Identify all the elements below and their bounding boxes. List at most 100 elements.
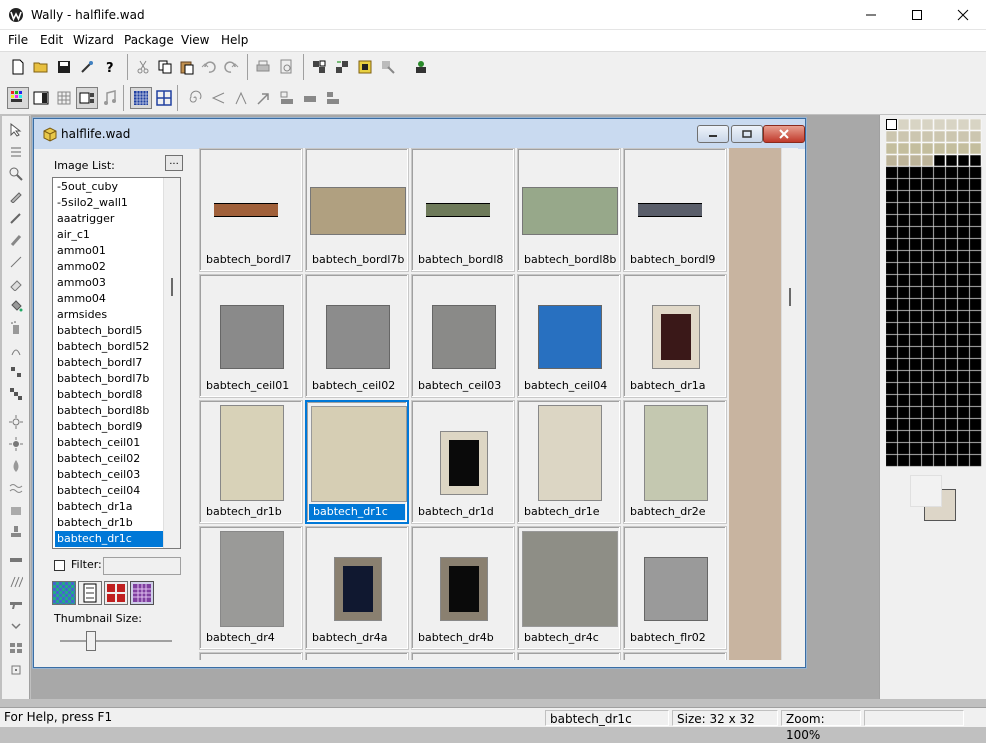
palette-swatch[interactable] xyxy=(945,166,958,179)
palette-swatch[interactable] xyxy=(957,310,970,323)
palette-swatch[interactable] xyxy=(945,346,958,359)
thumbnail-cell[interactable]: babtech_ceil01 xyxy=(199,274,303,398)
image-list-scroll-thumb[interactable] xyxy=(171,278,173,296)
palette-swatch[interactable] xyxy=(969,334,982,347)
copy-button[interactable] xyxy=(154,56,176,78)
palette-swatch[interactable] xyxy=(886,286,898,299)
pencil-tool[interactable] xyxy=(5,208,27,228)
palette-swatch[interactable] xyxy=(957,262,970,275)
palette-swatch[interactable] xyxy=(886,190,898,203)
thumbnail-cell[interactable]: babtech_dr1e xyxy=(517,400,621,524)
palette-swatch[interactable] xyxy=(969,154,982,167)
palette-swatch[interactable] xyxy=(969,226,982,239)
palette-swatch[interactable] xyxy=(969,370,982,383)
palette-swatch[interactable] xyxy=(909,310,922,323)
palette-swatch[interactable] xyxy=(897,322,910,335)
stamp-tool[interactable] xyxy=(5,522,27,542)
fill-tool[interactable] xyxy=(5,296,27,316)
image-list-item[interactable]: babtech_dr1b xyxy=(55,515,165,531)
palette-swatch[interactable] xyxy=(933,142,946,155)
palette-swatch[interactable] xyxy=(933,226,946,239)
palette-swatch[interactable] xyxy=(957,418,970,431)
palette-swatch[interactable] xyxy=(957,430,970,443)
palette-swatch[interactable] xyxy=(909,382,922,395)
palette-swatch[interactable] xyxy=(957,370,970,383)
thumbnail-cell[interactable]: babtech_flr02 xyxy=(623,526,727,650)
open-button[interactable] xyxy=(30,56,52,78)
palette-swatch[interactable] xyxy=(909,358,922,371)
palette-swatch[interactable] xyxy=(886,430,898,443)
palette-swatch[interactable] xyxy=(909,214,922,227)
offset-button[interactable] xyxy=(299,87,321,109)
palette-swatch[interactable] xyxy=(957,250,970,263)
eraser-tool[interactable] xyxy=(5,274,27,294)
palette-swatch[interactable] xyxy=(957,274,970,287)
smudge-tool[interactable] xyxy=(5,340,27,360)
palette-swatch[interactable] xyxy=(886,454,898,467)
palette-swatch[interactable] xyxy=(969,310,982,323)
palette-swatch[interactable] xyxy=(969,166,982,179)
palette-swatch[interactable] xyxy=(897,454,910,467)
palette-swatch[interactable] xyxy=(945,442,958,455)
dither-tool-1[interactable] xyxy=(5,362,27,382)
palette-swatch[interactable] xyxy=(933,370,946,383)
palette-swatch[interactable] xyxy=(909,142,922,155)
palette-swatch[interactable] xyxy=(969,274,982,287)
palette-swatch[interactable] xyxy=(933,214,946,227)
image-list-item[interactable]: ammo04 xyxy=(55,291,165,307)
palette-swatch[interactable] xyxy=(933,322,946,335)
palette-swatch[interactable] xyxy=(933,238,946,251)
thumbnail-view-button[interactable] xyxy=(76,87,98,109)
palette-swatch[interactable] xyxy=(886,238,898,251)
bulge-tool[interactable] xyxy=(5,500,27,520)
package-tool-5-button[interactable] xyxy=(410,56,432,78)
image-list-item[interactable]: air_c1 xyxy=(55,227,165,243)
strip-tool-5[interactable] xyxy=(5,638,27,658)
palette-swatch[interactable] xyxy=(957,286,970,299)
palette-swatch[interactable] xyxy=(909,178,922,191)
palette-swatch[interactable] xyxy=(897,298,910,311)
palette-swatch[interactable] xyxy=(921,154,934,167)
thumbnail-cell[interactable]: babtech_dr4b xyxy=(411,526,515,650)
palette-swatch[interactable] xyxy=(921,370,934,383)
properties-button[interactable] xyxy=(76,56,98,78)
palette-swatch[interactable] xyxy=(933,286,946,299)
strip-tool-4[interactable] xyxy=(5,616,27,636)
palette-swatch[interactable] xyxy=(909,274,922,287)
palette-swatch[interactable] xyxy=(945,238,958,251)
palette-swatch[interactable] xyxy=(909,119,922,131)
dither-tool-2[interactable] xyxy=(5,384,27,404)
palette-swatch[interactable] xyxy=(957,346,970,359)
palette-swatch[interactable] xyxy=(945,418,958,431)
drip-tool[interactable] xyxy=(5,456,27,476)
palette-swatch[interactable] xyxy=(921,202,934,215)
thumbnail-cell[interactable] xyxy=(305,652,409,660)
view-mode-button-4[interactable] xyxy=(130,581,154,605)
minimize-button[interactable] xyxy=(848,0,894,30)
view-mode-button-2[interactable] xyxy=(78,581,102,605)
palette-swatch[interactable] xyxy=(945,334,958,347)
palette-swatch[interactable] xyxy=(969,394,982,407)
palette-swatch[interactable] xyxy=(957,454,970,467)
palette-swatch[interactable] xyxy=(933,262,946,275)
palette-swatch[interactable] xyxy=(921,142,934,155)
palette-swatch[interactable] xyxy=(897,430,910,443)
thumbnail-cell[interactable] xyxy=(411,652,515,660)
image-list-item[interactable]: armsides xyxy=(55,307,165,323)
palette-swatch[interactable] xyxy=(969,178,982,191)
palette-swatch[interactable] xyxy=(897,130,910,143)
menu-edit[interactable]: Edit xyxy=(40,33,63,47)
palette-swatch[interactable] xyxy=(933,202,946,215)
palette-swatch[interactable] xyxy=(921,394,934,407)
palette-swatch[interactable] xyxy=(886,274,898,287)
filter-checkbox[interactable] xyxy=(54,560,65,571)
image-list-item[interactable]: babtech_dr1c xyxy=(55,531,165,547)
palette-swatch[interactable] xyxy=(945,274,958,287)
filter-input[interactable] xyxy=(103,557,181,575)
package-tool-2-button[interactable] xyxy=(331,56,353,78)
view-mode-button-3[interactable] xyxy=(104,581,128,605)
palette-swatch[interactable] xyxy=(921,382,934,395)
palette-swatch[interactable] xyxy=(921,130,934,143)
select-tool[interactable] xyxy=(5,120,27,140)
palette-swatch[interactable] xyxy=(933,310,946,323)
